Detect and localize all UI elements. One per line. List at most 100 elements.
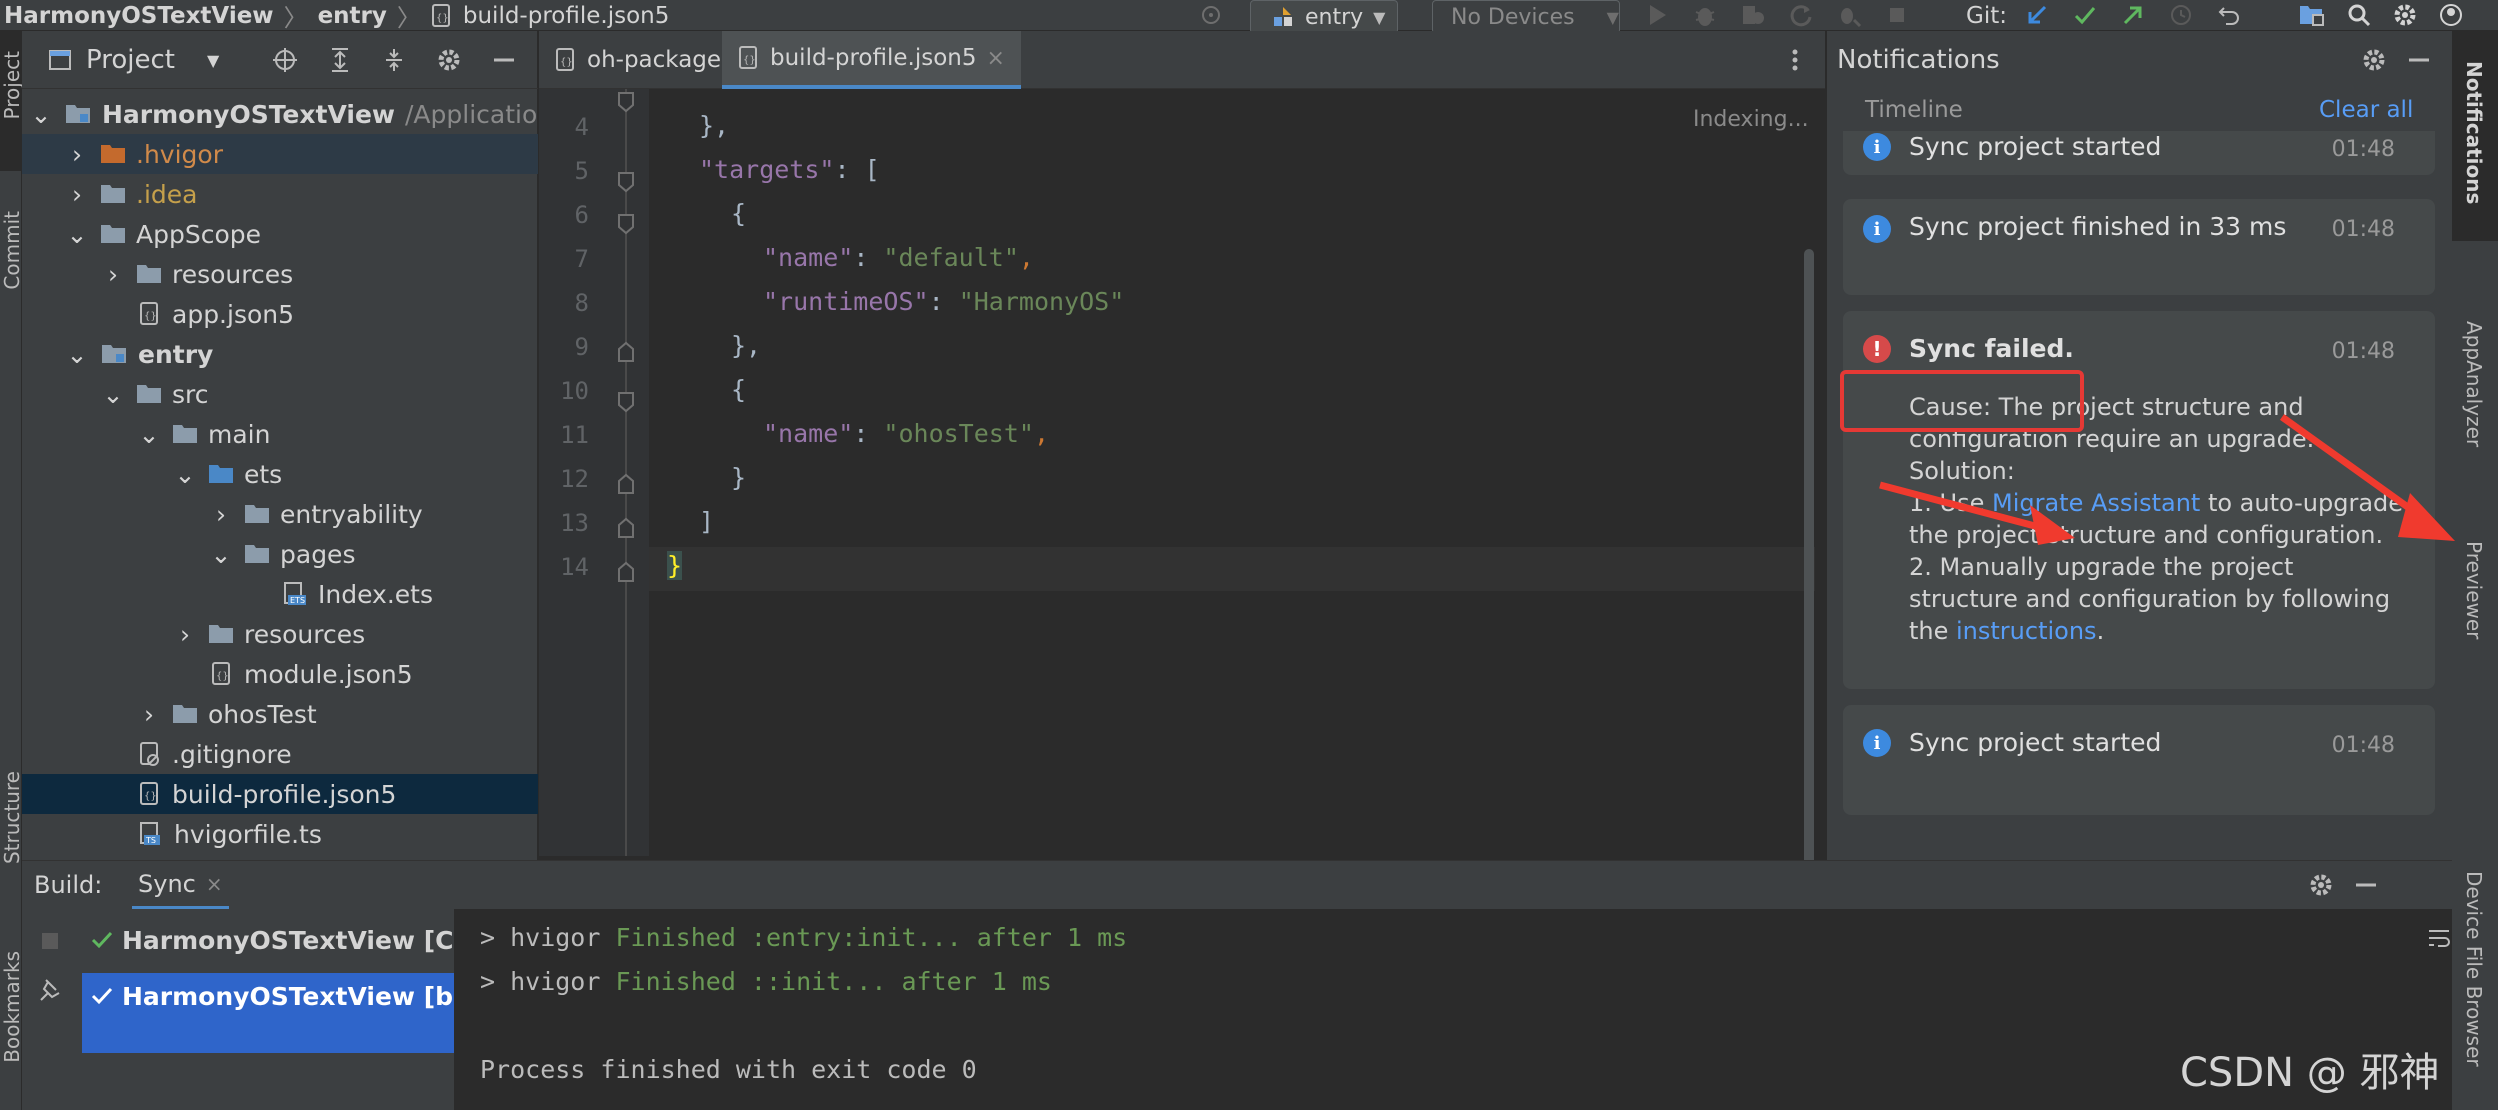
code-line-11: "name": "ohosTest", — [763, 419, 1049, 448]
left-tool-stripe: Project Commit Structure Bookmarks — [0, 31, 24, 1110]
device-select[interactable]: No Devices ▼ — [1432, 0, 1620, 34]
structure-tool-tab[interactable]: Structure — [0, 771, 24, 864]
chevron-down-icon: ⌄ — [66, 339, 88, 369]
tree-item-appscope-resources[interactable]: › resources — [22, 254, 538, 294]
git-update-icon[interactable] — [2024, 2, 2050, 28]
tree-item-main-resources[interactable]: › resources — [22, 614, 538, 654]
project-panel-title: Project — [86, 45, 175, 75]
tree-item-hvigorfile[interactable]: TS hvigorfile.ts — [22, 814, 538, 854]
tree-item-label: Index.ets — [318, 579, 433, 609]
run-icon[interactable] — [1644, 2, 1670, 28]
tree-item-build-profile[interactable]: {} build-profile.json5 — [22, 774, 538, 814]
run-configuration-select[interactable]: entry ▼ — [1250, 0, 1398, 34]
tree-item-pages[interactable]: ⌄ pages — [22, 534, 538, 574]
tree-item-module-json5[interactable]: {} module.json5 — [22, 654, 538, 694]
account-icon[interactable] — [2438, 2, 2464, 28]
notification-card[interactable]: i Sync project started 01:48 — [1843, 131, 2435, 175]
device-file-browser-tool-tab[interactable]: Device File Browser — [2462, 871, 2486, 1067]
line-number: 11 — [560, 421, 589, 449]
project-tool-tab[interactable]: Project — [0, 51, 24, 119]
editor-scrollbar[interactable] — [1804, 249, 1814, 889]
breadcrumb-project[interactable]: HarmonyOSTextView — [4, 3, 274, 29]
tree-item-entry[interactable]: ⌄ entry — [22, 334, 538, 374]
stop-icon[interactable] — [1884, 2, 1910, 28]
notifications-tool-tab[interactable]: Notifications — [2462, 61, 2486, 204]
settings-gear-icon[interactable] — [2392, 2, 2418, 28]
target-icon[interactable] — [1198, 2, 1224, 28]
commit-tool-tab[interactable]: Commit — [0, 211, 24, 290]
minimize-icon[interactable] — [2354, 872, 2378, 898]
debug-icon[interactable] — [1692, 2, 1718, 28]
source-folder-icon — [208, 463, 234, 485]
tree-item-idea[interactable]: › .idea — [22, 174, 538, 214]
log-line: Process finished with exit code 0 — [480, 1055, 977, 1084]
close-icon[interactable]: × — [206, 872, 223, 896]
more-vertical-icon[interactable] — [1789, 47, 1801, 73]
settings-gear-icon[interactable] — [2361, 47, 2387, 73]
bookmarks-tool-tab[interactable]: Bookmarks — [0, 951, 24, 1063]
svg-text:TS: TS — [145, 836, 156, 845]
tree-item-entryability[interactable]: › entryability — [22, 494, 538, 534]
tree-item-label: entry — [138, 339, 214, 369]
tree-item-gitignore[interactable]: .gitignore — [22, 734, 538, 774]
project-view-selector[interactable]: Project ▼ — [48, 31, 219, 89]
tree-item-label: .gitignore — [172, 739, 292, 769]
code-editor[interactable]: 4 5 6 7 8 9 10 11 12 13 14 }, "targets":… — [539, 89, 1825, 889]
locate-icon[interactable] — [272, 47, 298, 73]
settings-gear-icon[interactable] — [2308, 872, 2334, 898]
tree-item-label: build-profile.json5 — [172, 779, 397, 809]
tree-item-ohostest[interactable]: › ohosTest — [22, 694, 538, 734]
json-file-icon: {} — [431, 3, 453, 28]
project-panel-actions — [272, 47, 516, 73]
current-line-highlight — [649, 547, 1815, 591]
collapse-all-icon[interactable] — [382, 47, 406, 73]
git-push-icon[interactable] — [2120, 2, 2146, 28]
minimize-icon[interactable] — [492, 47, 516, 73]
expand-all-icon[interactable] — [328, 47, 352, 73]
close-icon[interactable]: × — [986, 46, 1004, 71]
settings-gear-icon[interactable] — [436, 47, 462, 73]
breadcrumb-file[interactable]: build-profile.json5 — [463, 3, 669, 29]
tree-item-hvigor[interactable]: › .hvigor — [22, 134, 538, 174]
stop-icon[interactable] — [38, 929, 62, 953]
tree-item-root[interactable]: ⌄ HarmonyOSTextView /Applicatio — [22, 94, 538, 134]
notifications-header: Notifications — [1827, 31, 2453, 89]
minimize-icon[interactable] — [2407, 47, 2431, 73]
apply-changes-icon[interactable] — [1788, 2, 1814, 28]
tree-item-appscope[interactable]: ⌄ AppScope — [22, 214, 538, 254]
attach-debugger-icon[interactable] — [1836, 2, 1862, 28]
profile-icon[interactable] — [1740, 2, 1766, 28]
tree-item-ets[interactable]: ⌄ ets — [22, 454, 538, 494]
clear-all-link[interactable]: Clear all — [2319, 97, 2413, 123]
chevron-down-icon: ⌄ — [66, 219, 88, 249]
folder-icon — [100, 143, 126, 165]
build-tree-item-selected[interactable]: HarmonyOSTextView [b — [82, 973, 454, 1053]
fold-markers[interactable] — [615, 89, 637, 856]
tree-item-src[interactable]: ⌄ src — [22, 374, 538, 414]
build-tree-label: HarmonyOSTextView [b — [122, 981, 454, 1011]
editor-tab-bar: {} oh-package.json5 × {} build-profile.j… — [539, 31, 1825, 89]
tab-sync[interactable]: Sync × — [132, 861, 229, 909]
search-icon[interactable] — [2346, 2, 2372, 28]
pin-icon[interactable] — [38, 977, 62, 1003]
folder-icon — [100, 183, 126, 205]
build-output-console[interactable]: > hvigor Finished :entry:init... after 1… — [454, 909, 2426, 1110]
tree-item-main[interactable]: ⌄ main — [22, 414, 538, 454]
svg-text:{}: {} — [144, 791, 157, 802]
tree-item-label: module.json5 — [244, 659, 413, 689]
code-line-8: "runtimeOS": "HarmonyOS" — [763, 287, 1125, 316]
instructions-link[interactable]: instructions — [1956, 617, 2097, 645]
project-structure-icon[interactable] — [2298, 2, 2326, 28]
rollback-icon[interactable] — [2216, 2, 2242, 28]
build-tree-item[interactable]: HarmonyOSTextView [C — [82, 919, 454, 961]
git-commit-icon[interactable] — [2072, 2, 2098, 28]
history-icon[interactable] — [2168, 2, 2194, 28]
tree-item-index-ets[interactable]: ETS Index.ets — [22, 574, 538, 614]
breadcrumb-module[interactable]: entry — [318, 3, 387, 29]
soft-wrap-icon[interactable] — [2426, 925, 2452, 951]
tab-build-profile[interactable]: {} build-profile.json5 × — [722, 31, 1021, 89]
notification-card[interactable]: i Sync project finished in 33 ms 01:48 — [1843, 199, 2435, 295]
project-panel-header: Project ▼ — [22, 31, 538, 89]
notification-card[interactable]: i Sync project started 01:48 — [1843, 705, 2435, 815]
tree-item-app-json5[interactable]: {} app.json5 — [22, 294, 538, 334]
